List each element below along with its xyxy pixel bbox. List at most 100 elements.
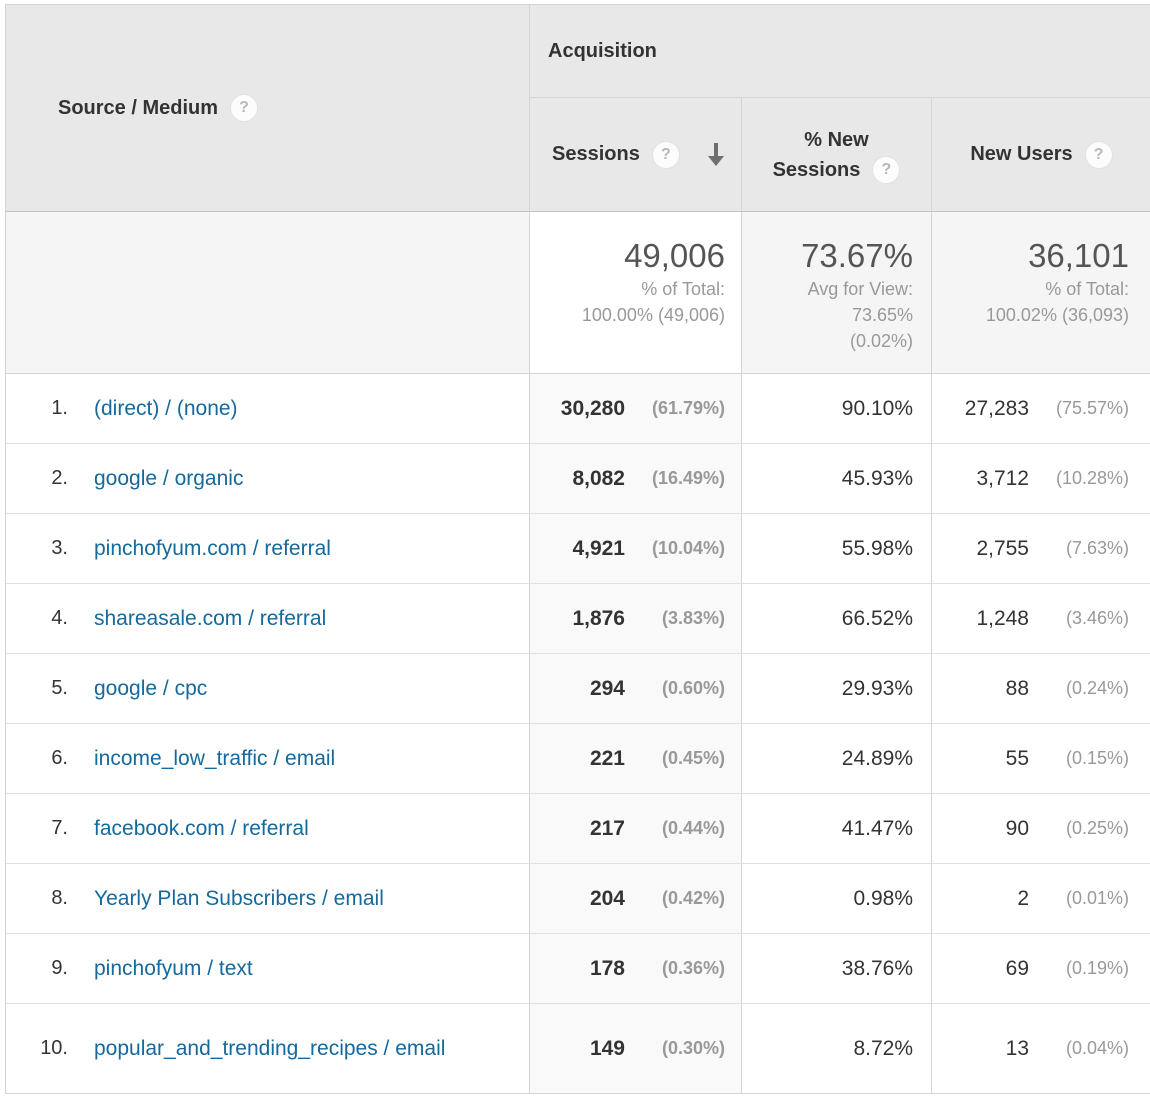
sessions-column-header[interactable]: Sessions ? — [529, 98, 741, 211]
row-rank: 6. — [6, 747, 68, 770]
percent-new-sessions-cell: 29.93% — [741, 654, 931, 723]
source-medium-cell: 8. Yearly Plan Subscribers / email — [6, 864, 529, 933]
percent-new-sessions-value: 38.76% — [842, 957, 913, 981]
help-icon[interactable]: ? — [230, 94, 258, 122]
sessions-percent: (3.83%) — [625, 608, 725, 629]
sessions-cell: 217 (0.44%) — [529, 794, 741, 863]
new-users-cell: 55 (0.15%) — [931, 724, 1150, 793]
sessions-value: 8,082 — [538, 467, 625, 491]
table-row: 9. pinchofyum / text 178 (0.36%) 38.76% … — [6, 934, 1150, 1004]
sessions-percent: (0.36%) — [625, 958, 725, 979]
table-row: 6. income_low_traffic / email 221 (0.45%… — [6, 724, 1150, 794]
summary-new-sessions-cell: 73.67% Avg for View: 73.65% (0.02%) — [741, 212, 931, 373]
percent-new-sessions-header-line2-wrap: Sessions ? — [773, 155, 901, 185]
new-users-total-subtext-line1: % of Total: — [932, 276, 1129, 302]
source-medium-cell: 5. google / cpc — [6, 654, 529, 723]
source-medium-cell: 2. google / organic — [6, 444, 529, 513]
sessions-total-value: 49,006 — [530, 236, 725, 276]
new-users-value: 90 — [940, 817, 1029, 841]
table-row: 1. (direct) / (none) 30,280 (61.79%) 90.… — [6, 374, 1150, 444]
table-row: 2. google / organic 8,082 (16.49%) 45.93… — [6, 444, 1150, 514]
table-row: 8. Yearly Plan Subscribers / email 204 (… — [6, 864, 1150, 934]
percent-new-sessions-value: 66.52% — [842, 607, 913, 631]
sessions-percent: (0.30%) — [625, 1038, 725, 1059]
source-medium-link[interactable]: income_low_traffic / email — [94, 745, 335, 773]
sessions-cell: 4,921 (10.04%) — [529, 514, 741, 583]
new-sessions-avg-subtext-line3: (0.02%) — [742, 328, 913, 354]
source-medium-link[interactable]: shareasale.com / referral — [94, 605, 326, 633]
source-medium-link[interactable]: google / organic — [94, 465, 243, 493]
new-users-percent: (0.04%) — [1029, 1038, 1129, 1059]
sessions-percent: (0.45%) — [625, 748, 725, 769]
new-users-percent: (75.57%) — [1029, 398, 1129, 419]
source-medium-cell: 3. pinchofyum.com / referral — [6, 514, 529, 583]
percent-new-sessions-value: 24.89% — [842, 747, 913, 771]
new-users-total-value: 36,101 — [932, 236, 1129, 276]
sessions-cell: 204 (0.42%) — [529, 864, 741, 933]
percent-new-sessions-value: 55.98% — [842, 537, 913, 561]
new-users-cell: 27,283 (75.57%) — [931, 374, 1150, 443]
summary-row: 49,006 % of Total: 100.00% (49,006) 73.6… — [6, 212, 1150, 374]
sessions-cell: 294 (0.60%) — [529, 654, 741, 723]
sessions-percent: (16.49%) — [625, 468, 725, 489]
source-medium-column-header[interactable]: Source / Medium ? — [6, 5, 529, 211]
source-medium-cell: 7. facebook.com / referral — [6, 794, 529, 863]
sessions-value: 221 — [538, 747, 625, 771]
table-header: Source / Medium ? Acquisition Sessions ?… — [6, 5, 1150, 212]
sessions-percent: (0.60%) — [625, 678, 725, 699]
new-users-percent: (3.46%) — [1029, 608, 1129, 629]
new-users-percent: (0.19%) — [1029, 958, 1129, 979]
source-medium-cell: 10. popular_and_trending_recipes / email — [6, 1004, 529, 1093]
sessions-total-subtext-line1: % of Total: — [530, 276, 725, 302]
percent-new-sessions-value: 45.93% — [842, 467, 913, 491]
new-users-cell: 13 (0.04%) — [931, 1004, 1150, 1093]
percent-new-sessions-cell: 55.98% — [741, 514, 931, 583]
sessions-value: 1,876 — [538, 607, 625, 631]
source-medium-link[interactable]: popular_and_trending_recipes / email — [94, 1035, 445, 1063]
source-medium-header-label: Source / Medium — [58, 97, 218, 120]
percent-new-sessions-cell: 90.10% — [741, 374, 931, 443]
table-body: 1. (direct) / (none) 30,280 (61.79%) 90.… — [6, 374, 1150, 1093]
source-medium-link[interactable]: google / cpc — [94, 675, 207, 703]
help-icon[interactable]: ? — [872, 156, 900, 184]
sessions-value: 204 — [538, 887, 625, 911]
row-rank: 1. — [6, 397, 68, 420]
new-users-cell: 69 (0.19%) — [931, 934, 1150, 1003]
percent-new-sessions-column-header[interactable]: % New Sessions ? — [741, 98, 931, 211]
percent-new-sessions-cell: 24.89% — [741, 724, 931, 793]
row-rank: 2. — [6, 467, 68, 490]
percent-new-sessions-value: 0.98% — [853, 887, 913, 911]
help-icon[interactable]: ? — [1085, 141, 1113, 169]
new-users-cell: 1,248 (3.46%) — [931, 584, 1150, 653]
percent-new-sessions-cell: 38.76% — [741, 934, 931, 1003]
source-medium-link[interactable]: (direct) / (none) — [94, 395, 238, 423]
new-users-cell: 3,712 (10.28%) — [931, 444, 1150, 513]
help-icon[interactable]: ? — [652, 141, 680, 169]
new-users-percent: (7.63%) — [1029, 538, 1129, 559]
new-users-header-label: New Users — [970, 143, 1072, 166]
percent-new-sessions-value: 41.47% — [842, 817, 913, 841]
source-medium-cell: 4. shareasale.com / referral — [6, 584, 529, 653]
new-users-column-header[interactable]: New Users ? — [931, 98, 1150, 211]
source-medium-table: Source / Medium ? Acquisition Sessions ?… — [5, 4, 1150, 1094]
row-rank: 7. — [6, 817, 68, 840]
source-medium-link[interactable]: pinchofyum / text — [94, 955, 253, 983]
sessions-percent: (10.04%) — [625, 538, 725, 559]
new-users-value: 2 — [940, 887, 1029, 911]
percent-new-sessions-cell: 41.47% — [741, 794, 931, 863]
sessions-header-label: Sessions — [552, 143, 640, 166]
sessions-cell: 178 (0.36%) — [529, 934, 741, 1003]
acquisition-header-label: Acquisition — [548, 40, 657, 63]
sessions-value: 217 — [538, 817, 625, 841]
table-row: 5. google / cpc 294 (0.60%) 29.93% 88 (0… — [6, 654, 1150, 724]
source-medium-link[interactable]: Yearly Plan Subscribers / email — [94, 885, 384, 913]
source-medium-link[interactable]: pinchofyum.com / referral — [94, 535, 331, 563]
sessions-cell: 149 (0.30%) — [529, 1004, 741, 1093]
new-users-total-subtext-line2: 100.02% (36,093) — [932, 302, 1129, 328]
percent-new-sessions-cell: 66.52% — [741, 584, 931, 653]
percent-new-sessions-header-line1: % New — [804, 125, 868, 155]
percent-new-sessions-header-line2: Sessions — [773, 155, 861, 185]
row-rank: 8. — [6, 887, 68, 910]
source-medium-link[interactable]: facebook.com / referral — [94, 815, 309, 843]
percent-new-sessions-cell: 8.72% — [741, 1004, 931, 1093]
